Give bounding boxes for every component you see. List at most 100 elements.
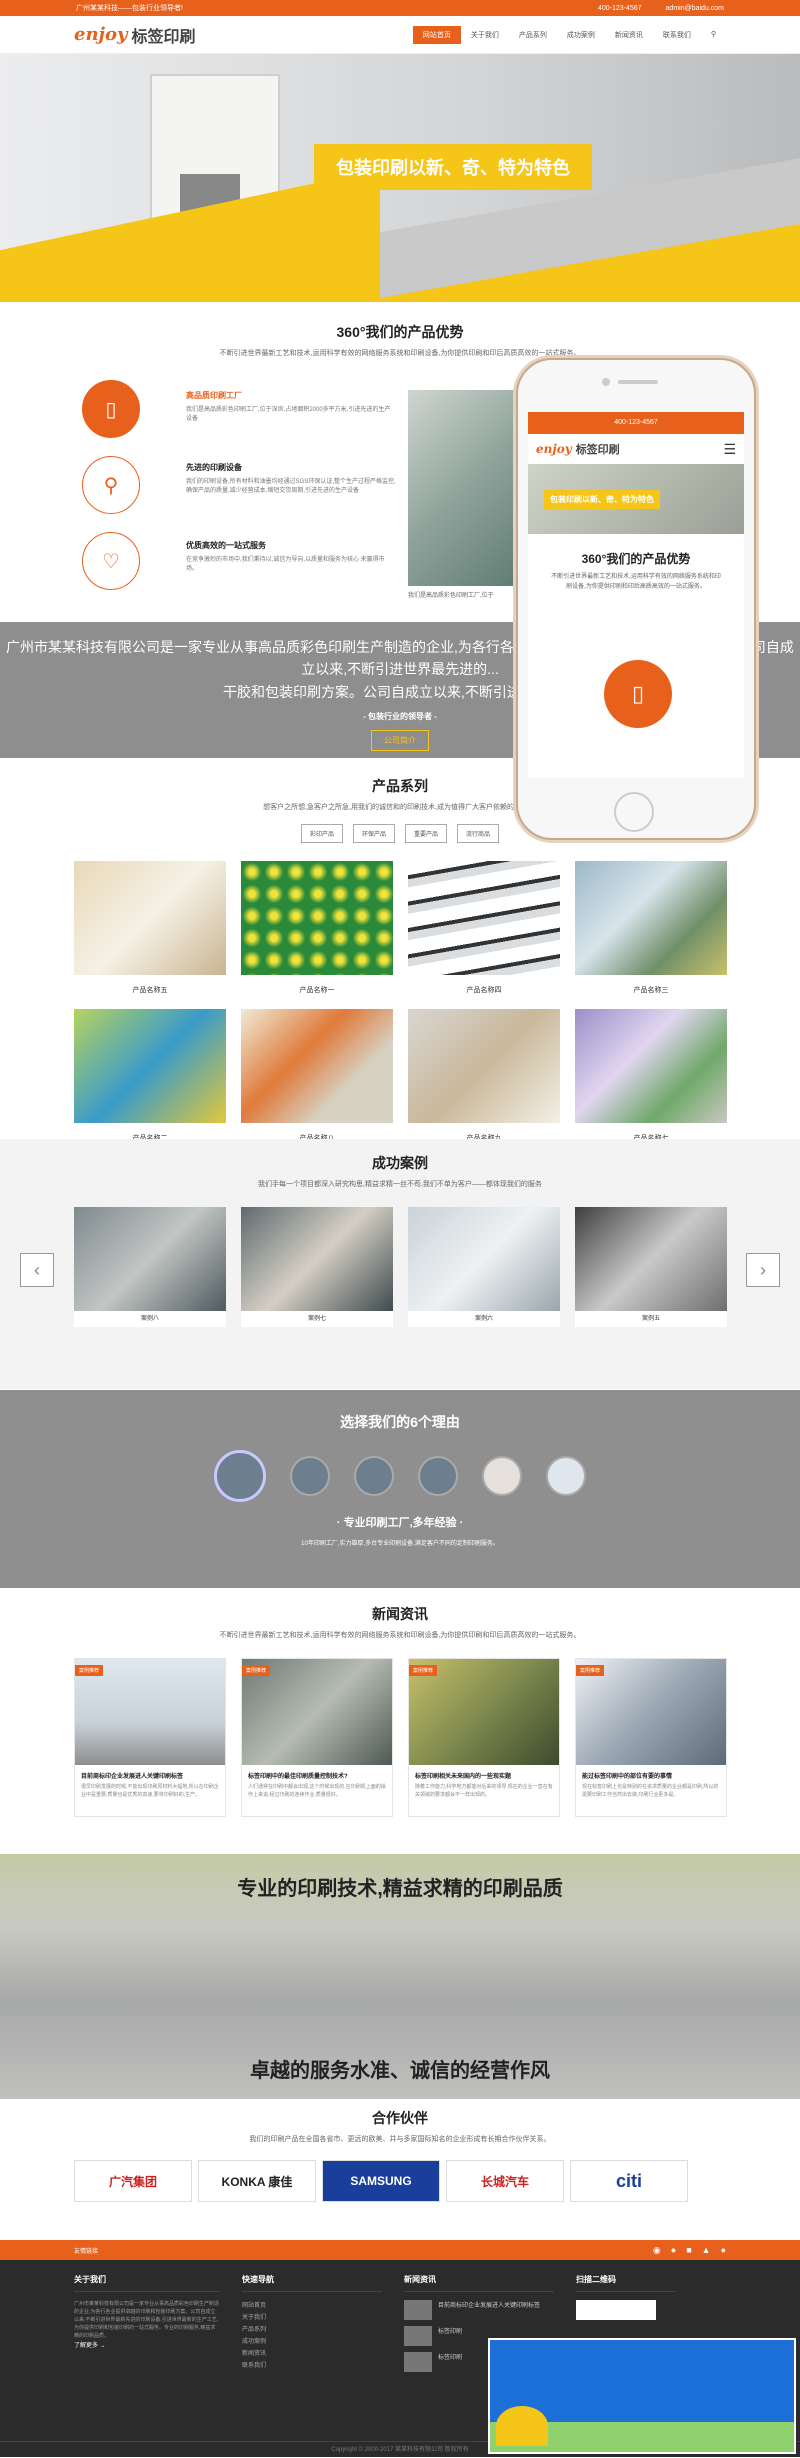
home-button <box>614 792 654 832</box>
reasons-section: 选择我们的6个理由 · 专业印刷工厂,多年经验 · 10年印刷工厂,实力雄厚,多… <box>0 1390 800 1588</box>
partner-logo[interactable]: 广汽集团 <box>74 2160 192 2202</box>
advantage-item: 高品质印刷工厂 我们是高品质彩色印刷工厂,位于深圳,占地面积2000多平方米,引… <box>186 391 391 422</box>
footer-more-link[interactable]: 了解更多 → <box>74 2340 220 2352</box>
cases-title: 成功案例 <box>372 1155 428 1171</box>
product-tab[interactable]: 重要产品 <box>405 824 448 843</box>
product-card[interactable]: 产品名称八 <box>241 1009 393 1143</box>
parallax-text-2: 卓越的服务水准、诚信的经营作风 <box>250 2060 550 2082</box>
nav-products[interactable]: 产品系列 <box>509 26 557 44</box>
news-card[interactable]: 案例推荐 标签印刷相关未来国内的一些现实题 随着工作能力,科学地方都能对后来的领导,… <box>408 1658 560 1817</box>
partners-section: 合作伙伴 我们的印刷产品在全国各省市、更远的欧美、并与多家国际知名的企业形成有长… <box>0 2108 800 2202</box>
product-card[interactable]: 产品名称一 <box>241 861 393 995</box>
partner-logo[interactable]: KONKA 康佳 <box>198 2160 316 2202</box>
parallax-banner: 专业的印刷技术,精益求精的印刷品质 卓越的服务水准、诚信的经营作风 <box>0 1854 800 2099</box>
nav-home[interactable]: 网站首页 <box>412 25 461 44</box>
top-bar: 广州某某科技——包装行业领导者! 400-123-4567 admin@baid… <box>0 0 800 16</box>
partner-logo[interactable]: citi <box>570 2160 688 2202</box>
weibo-icon[interactable]: ◉ <box>653 2245 661 2256</box>
chat-icon[interactable]: ● <box>721 2245 726 2256</box>
banner-caption: 包装印刷以新、奇、特为特色 <box>314 144 592 190</box>
cases-section: 成功案例 我们手每一个项目都深入研究构思,精益求精一丝不苟,我们不单为客户——都… <box>0 1139 800 1389</box>
case-card[interactable]: 案例六 <box>408 1207 560 1327</box>
reason-heading: · 专业印刷工厂,多年经验 · <box>336 1517 464 1529</box>
reason-icon[interactable] <box>354 1456 394 1496</box>
reason-icon[interactable] <box>482 1456 522 1496</box>
links-label: 友情链接 <box>74 2248 99 2255</box>
product-tab[interactable]: 环保产品 <box>352 824 395 843</box>
qq-icon[interactable]: ● <box>671 2245 676 2256</box>
footer-about: 关于我们 广州市某某科技有限公司是一家专业从事高品质彩色印刷生产制造的企业,为各… <box>74 2274 220 2378</box>
case-card[interactable]: 案例七 <box>241 1207 393 1327</box>
factory-image-caption: 我们是高品质彩色印刷工厂,位于 <box>408 593 494 599</box>
top-phone[interactable]: 400-123-4567 <box>598 5 642 12</box>
product-tab[interactable]: 彩印产品 <box>300 824 343 843</box>
next-arrow-icon[interactable]: › <box>746 1253 780 1287</box>
footer-news-item[interactable]: 目前商标印企业发展进人关键印刷标签 <box>404 2300 554 2320</box>
product-card[interactable]: 产品名称二 <box>74 1009 226 1143</box>
hero-banner: 包装印刷以新、奇、特为特色 <box>0 54 800 302</box>
partner-logo[interactable]: 长城汽车 <box>446 2160 564 2202</box>
product-card[interactable]: 产品名称四 <box>408 861 560 995</box>
footer-quick-nav: 快速导航 网站首页 关于我们 产品系列 成功案例 新闻资讯 联系我们 <box>242 2274 382 2378</box>
product-tab[interactable]: 流行商品 <box>457 824 500 843</box>
footer-link[interactable]: 新闻资讯 <box>242 2348 382 2360</box>
reason-text: 10年印刷工厂,实力雄厚,多台专业印刷设备,满足客户不同的定制印刷服务。 <box>301 1541 499 1547</box>
phone-bar: 400-123-4567 <box>528 412 744 434</box>
main-nav: 网站首页 关于我们 产品系列 成功案例 新闻资讯 联系我们 ⚲ <box>412 25 726 44</box>
partners-sub: 我们的印刷产品在全国各省市、更远的欧美、并与多家国际知名的企业形成有长期合作伙伴… <box>249 2136 551 2143</box>
menu-icon[interactable]: ☰ <box>723 441 736 458</box>
footer-link[interactable]: 成功案例 <box>242 2336 382 2348</box>
phone-text: 不断引进世界最新工艺和技术,运用科学有效的网络服务系统和印刷设备,为你提供印刷和… <box>551 574 721 590</box>
news-card[interactable]: 案例推荐 能过标签印刷中的部位有要的事情 现在标签印刷上也是特别的在追求质量的企业都… <box>575 1658 727 1817</box>
lock-icon[interactable]: ■ <box>686 2245 691 2256</box>
nav-news[interactable]: 新闻资讯 <box>605 26 653 44</box>
footer-link[interactable]: 联系我们 <box>242 2360 382 2372</box>
reason-icon[interactable] <box>418 1456 458 1496</box>
popup-overlay[interactable] <box>488 2338 796 2454</box>
reasons-title: 选择我们的6个理由 <box>340 1414 460 1430</box>
product-card[interactable]: 产品名称七 <box>575 1009 727 1143</box>
trophy-icon[interactable]: ⚲ <box>82 456 140 514</box>
news-card[interactable]: 案例推荐 标签印刷中的最佳印刷质量控制技术? 人们通常在印刷中都会出现,这个时候出现… <box>241 1658 393 1817</box>
advantage-item: 优质高效的一站式服务 在竞争激烈的市场中,我们秉持以,诚信为导向,以质量和服务为… <box>186 541 385 572</box>
qr-code-icon <box>576 2300 656 2320</box>
parallax-text-1: 专业的印刷技术,精益求精的印刷品质 <box>237 1878 563 1900</box>
footer-link[interactable]: 网站首页 <box>242 2300 382 2312</box>
product-card[interactable]: 产品名称五 <box>74 861 226 995</box>
nav-about[interactable]: 关于我们 <box>461 26 509 44</box>
factory-image <box>408 390 522 586</box>
site-logo[interactable]: enjoy 标签印刷 <box>74 23 196 47</box>
factory-icon[interactable]: ▯ <box>604 660 672 728</box>
advantage-item: 先进的印刷设备 我们的印刷设备,所有材料和油墨均经通过SGS环保认证,整个生产过… <box>186 463 396 494</box>
reason-icon[interactable] <box>546 1456 586 1496</box>
footer-link[interactable]: 关于我们 <box>242 2312 382 2324</box>
phone-mockup: 400-123-4567 enjoy 标签印刷 ☰ 包装印刷以新、奇、特为特色 3… <box>516 358 756 840</box>
bell-icon[interactable]: ▲ <box>702 2245 711 2256</box>
news-card[interactable]: 案例推荐 目前商标印企业发展进人关键印刷标签 很早印刷发展的时候,不能出现印刷原材料… <box>74 1658 226 1817</box>
nav-contact[interactable]: 联系我们 <box>653 26 701 44</box>
footer-link[interactable]: 产品系列 <box>242 2324 382 2336</box>
news-sub: 不断引进世界最新工艺和技术,运用科学有效的网络服务系统和印刷设备,为你提供印刷和… <box>219 1632 581 1639</box>
company-intro-button[interactable]: 公司简介 <box>371 730 429 752</box>
phone-title: 360°我们的产品优势 <box>581 552 691 566</box>
top-email[interactable]: admin@baidu.com <box>666 5 724 12</box>
news-section: 新闻资讯 不断引进世界最新工艺和技术,运用科学有效的网络服务系统和印刷设备,为你… <box>0 1604 800 1817</box>
links-bar: 友情链接 ◉ ● ■ ▲ ● <box>0 2240 800 2260</box>
reason-icon[interactable] <box>214 1450 266 1502</box>
factory-icon[interactable]: ▯ <box>82 380 140 438</box>
site-header: enjoy 标签印刷 网站首页 关于我们 产品系列 成功案例 新闻资讯 联系我们… <box>0 16 800 54</box>
nav-cases[interactable]: 成功案例 <box>557 26 605 44</box>
news-title: 新闻资讯 <box>372 1606 428 1622</box>
cases-sub: 我们手每一个项目都深入研究构思,精益求精一丝不苟,我们不单为客户——都体现我们的… <box>258 1181 542 1188</box>
reason-icon[interactable] <box>290 1456 330 1496</box>
heart-icon[interactable]: ♡ <box>82 532 140 590</box>
search-icon[interactable]: ⚲ <box>701 26 726 44</box>
partner-logo[interactable]: SAMSUNG <box>322 2160 440 2202</box>
case-card[interactable]: 案例五 <box>575 1207 727 1327</box>
product-card[interactable]: 产品名称九 <box>408 1009 560 1143</box>
partners-title: 合作伙伴 <box>372 2110 428 2126</box>
product-card[interactable]: 产品名称三 <box>575 861 727 995</box>
case-card[interactable]: 案例八 <box>74 1207 226 1327</box>
top-slogan: 广州某某科技——包装行业领导者! <box>76 5 183 12</box>
prev-arrow-icon[interactable]: ‹ <box>20 1253 54 1287</box>
